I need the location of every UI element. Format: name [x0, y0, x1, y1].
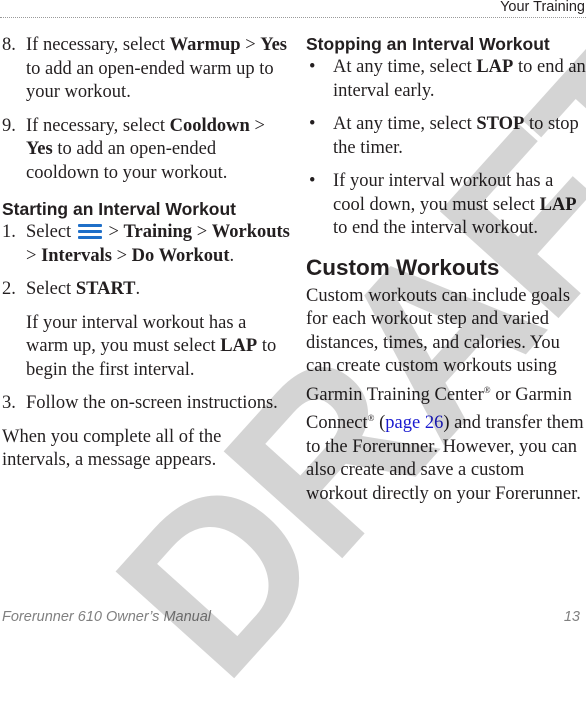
separator: >	[192, 222, 212, 242]
right-column: Stopping an Interval Workout • At any ti…	[306, 34, 586, 516]
heading-starting-interval-workout: Starting an Interval Workout	[2, 199, 237, 219]
ui-term-stop: STOP	[476, 114, 525, 134]
ui-term-lap: LAP	[476, 57, 514, 77]
text: to end the interval workout.	[333, 218, 538, 238]
step-1: 1. Select > Training > Workouts > Interv…	[2, 221, 292, 268]
text: Select	[26, 279, 76, 299]
footer-page-number: 13	[563, 609, 580, 625]
text: If your interval workout has a warm up, …	[26, 312, 247, 357]
step-number: 3.	[2, 393, 16, 413]
text: If your interval workout has a cool down…	[333, 171, 554, 215]
step-3: 3. Follow the on-screen instructions.	[2, 392, 292, 416]
ui-term-lap: LAP	[539, 194, 577, 215]
separator: >	[249, 115, 265, 136]
text: to add an open-ended warm up to your wor…	[26, 58, 274, 103]
bullet-item: • If your interval workout has a cool do…	[306, 170, 586, 241]
step-text: Select > Training > Workouts > Intervals…	[26, 221, 292, 268]
ui-term-workouts: Workouts	[211, 222, 290, 242]
text: (	[374, 413, 386, 433]
step-9: 9. If necessary, select Cooldown > Yes t…	[2, 115, 292, 186]
bullet-icon: •	[309, 114, 316, 134]
ui-term-warmup: Warmup	[169, 35, 241, 55]
ui-term-yes: Yes	[26, 139, 53, 159]
bullet-item: • At any time, select STOP to stop the t…	[306, 113, 586, 160]
step-number: 9.	[2, 115, 16, 136]
step-text: If necessary, select Cooldown > Yes to a…	[26, 115, 292, 186]
text: .	[229, 245, 235, 266]
header-divider	[0, 17, 586, 18]
step-number: 8.	[2, 35, 16, 55]
registered-mark: ®	[483, 384, 491, 395]
heading-custom-workouts: Custom Workouts	[306, 254, 500, 280]
registered-mark: ®	[367, 413, 375, 423]
text: If necessary, select	[26, 115, 170, 136]
bullet-icon: •	[309, 57, 316, 77]
section-title: Your Training	[500, 0, 585, 15]
ui-term-intervals: Intervals	[41, 245, 112, 266]
step-text: Follow the on-screen instructions.	[26, 393, 278, 413]
heading-stopping-interval-workout: Stopping an Interval Workout	[306, 34, 550, 54]
custom-workouts-paragraph: Custom workouts can include goals for ea…	[306, 285, 586, 507]
footer-manual-title: Forerunner 610 Owner’s Manual	[2, 609, 212, 625]
menu-icon	[77, 223, 102, 239]
step-text: If necessary, select Warmup > Yes to add…	[26, 34, 292, 105]
ui-term-training: Training	[123, 222, 193, 242]
page-26-link[interactable]: page 26	[385, 413, 443, 433]
step-note: If your interval workout has a warm up, …	[26, 312, 292, 383]
separator: >	[111, 245, 132, 266]
text: .	[135, 279, 141, 299]
ui-term-yes: Yes	[260, 35, 287, 55]
text: to add an open-ended cooldown to your wo…	[26, 139, 228, 183]
text: At any time, select	[333, 114, 477, 134]
bullet-item: • At any time, select LAP to end an inte…	[306, 56, 586, 103]
separator: >	[240, 35, 261, 55]
ui-term-start: START	[75, 279, 136, 299]
closing-paragraph: When you complete all of the intervals, …	[2, 426, 222, 471]
step-2: 2. Select START. If your interval workou…	[2, 278, 292, 382]
step-number: 2.	[2, 279, 16, 299]
text: If necessary, select	[26, 35, 170, 55]
text: At any time, select	[333, 57, 477, 77]
ui-term-lap: LAP	[220, 336, 258, 356]
bullet-icon: •	[309, 171, 316, 191]
step-8: 8. If necessary, select Warmup > Yes to …	[2, 34, 292, 105]
ui-term-cooldown: Cooldown	[169, 115, 250, 136]
step-number: 1.	[2, 222, 16, 242]
left-column: 8. If necessary, select Warmup > Yes to …	[2, 34, 292, 483]
text: Select	[26, 222, 72, 242]
step-text: Select START.	[26, 278, 292, 302]
ui-term-do-workout: Do Workout	[131, 245, 230, 266]
separator: >	[103, 222, 124, 242]
separator: >	[26, 245, 42, 266]
